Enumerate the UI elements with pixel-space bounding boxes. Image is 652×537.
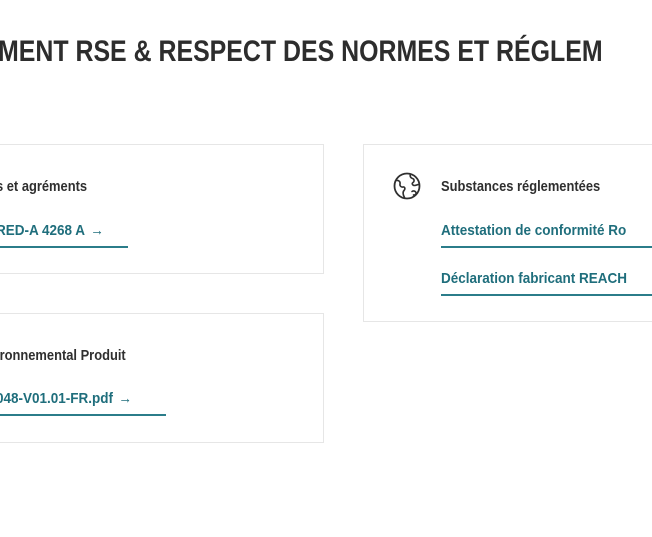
- globe-icon: [393, 172, 421, 200]
- attestation-conformite-link[interactable]: Attestation de conformité Ro: [441, 220, 626, 242]
- attestation-link-underline: [441, 246, 652, 248]
- declaration-reach-link[interactable]: Déclaration fabricant REACH: [441, 268, 627, 290]
- page: MENT RSE & RESPECT DES NORMES ET RÉGLEM …: [0, 0, 652, 537]
- profil-link-underline: [0, 414, 166, 416]
- section-heading: MENT RSE & RESPECT DES NORMES ET RÉGLEM: [0, 35, 603, 68]
- profil-link-label: 048-V01.01-FR.pdf: [0, 390, 114, 407]
- agrements-link-label: RED-A 4268 A: [0, 222, 86, 239]
- declaration-link-label: Déclaration fabricant REACH: [441, 270, 628, 287]
- agrements-link-underline: [0, 246, 128, 248]
- arrow-right-icon: →: [118, 390, 132, 407]
- card-substances-title: Substances réglementées: [441, 178, 601, 195]
- declaration-link-underline: [441, 294, 652, 296]
- card-profil-title: ironnemental Produit: [0, 347, 126, 364]
- card-agrements: [0, 144, 324, 274]
- card-profil-environnemental: [0, 313, 324, 443]
- profil-pdf-link[interactable]: 048-V01.01-FR.pdf →: [0, 388, 132, 410]
- arrow-right-icon: →: [90, 222, 104, 239]
- card-agrements-title: s et agréments: [0, 178, 88, 195]
- agrements-document-link[interactable]: RED-A 4268 A →: [0, 220, 104, 242]
- attestation-link-label: Attestation de conformité Ro: [441, 222, 627, 239]
